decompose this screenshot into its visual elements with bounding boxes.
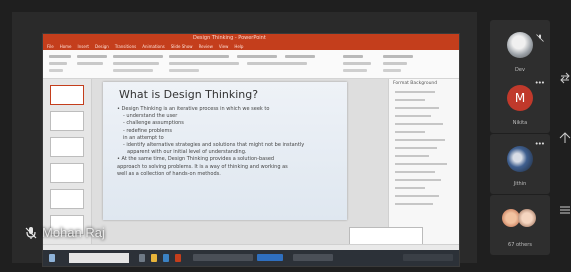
- slide-body-text: • Design Thinking is an iterative proces…: [117, 106, 339, 178]
- slide-text-line: - challenge assumptions: [123, 120, 184, 127]
- ppt-window-title: Design Thinking - PowerPoint: [193, 35, 266, 41]
- ribbon-tab[interactable]: Animations: [142, 43, 164, 50]
- participant-name: Jithin: [513, 181, 527, 187]
- format-pane-title: Format Background: [393, 81, 438, 86]
- ribbon-tab[interactable]: Help: [234, 43, 243, 50]
- ppt-workspace: What is Design Thinking? • Design Thinki…: [43, 79, 459, 255]
- ppt-ribbon: [43, 50, 459, 79]
- more-options-icon[interactable]: •••: [535, 140, 545, 148]
- browser-icon[interactable]: [163, 254, 169, 262]
- microphone-muted-icon: [536, 34, 544, 42]
- slide-text-line: • Design Thinking is an iterative proces…: [117, 106, 270, 112]
- ribbon-tab[interactable]: Slide Show: [171, 43, 193, 50]
- avatar: M: [507, 85, 533, 111]
- ribbon-tab[interactable]: Insert: [78, 43, 89, 50]
- windows-taskbar: [43, 250, 459, 266]
- avatar: [518, 209, 536, 227]
- powerpoint-icon[interactable]: [175, 254, 181, 262]
- slide-text-line: well as a collection of hands-on methods…: [117, 170, 221, 177]
- menu-icon[interactable]: [559, 204, 571, 216]
- participant-tile-dev[interactable]: Dev: [490, 20, 550, 80]
- start-icon[interactable]: [49, 254, 55, 262]
- slide-thumbnail[interactable]: [50, 189, 84, 209]
- avatar: [507, 146, 533, 172]
- participant-tile-others[interactable]: 67 others: [490, 195, 550, 255]
- speaker-name: Mohan Raj: [42, 225, 105, 240]
- slide-text-line: in an attempt to: [123, 134, 164, 141]
- participant-name: 67 others: [508, 242, 532, 248]
- participant-name: Nikita: [512, 120, 528, 126]
- participant-tile-jithin[interactable]: ••• Jithin: [490, 134, 550, 194]
- ribbon-tab[interactable]: Home: [60, 43, 72, 50]
- slide-text-line: - understand the user: [123, 113, 178, 120]
- avatar-initial: M: [514, 91, 526, 105]
- ppt-ribbon-tabs: File Home Insert Design Transitions Animation…: [43, 43, 459, 50]
- more-options-icon[interactable]: •••: [535, 79, 545, 87]
- taskbar-window[interactable]: [293, 254, 333, 261]
- taskbar-search-box[interactable]: [69, 253, 129, 263]
- slide-thumbnail[interactable]: [50, 111, 84, 131]
- slide-text-line: - identify alternative strategies and so…: [123, 142, 305, 149]
- avatar: [507, 32, 533, 58]
- slide-canvas[interactable]: What is Design Thinking? • Design Thinki…: [103, 82, 347, 220]
- taskbar-window[interactable]: [193, 254, 253, 261]
- slide-thumbnail[interactable]: [50, 137, 84, 157]
- format-background-pane[interactable]: Format Background: [388, 79, 459, 251]
- taskbar-window-active[interactable]: [257, 254, 283, 261]
- slide-text-line: approach to solving problems. It is a wa…: [117, 163, 288, 170]
- ribbon-tab[interactable]: Transitions: [115, 43, 136, 50]
- system-tray[interactable]: [403, 254, 453, 261]
- swap-icon[interactable]: [559, 72, 571, 84]
- ppt-titlebar: Design Thinking - PowerPoint: [43, 34, 459, 43]
- slide-text-line: apparent with our initial level of under…: [127, 149, 247, 156]
- slide-text-line: - redefine problems: [123, 127, 172, 134]
- task-view-icon[interactable]: [139, 254, 145, 262]
- slide-text-line: • At the same time, Design Thinking prov…: [117, 156, 275, 163]
- slide-thumbnail[interactable]: [50, 85, 84, 105]
- slide-title: What is Design Thinking?: [119, 88, 259, 101]
- file-explorer-icon[interactable]: [151, 254, 157, 262]
- slide-thumbnail[interactable]: [50, 163, 84, 183]
- participant-tile-nikita[interactable]: ••• M Nikita: [490, 73, 550, 133]
- microphone-muted-icon: [25, 227, 37, 239]
- ribbon-tab[interactable]: File: [47, 43, 54, 50]
- ribbon-tab[interactable]: Review: [199, 43, 213, 50]
- ribbon-tab[interactable]: View: [219, 43, 229, 50]
- ribbon-tab[interactable]: Design: [95, 43, 109, 50]
- share-icon[interactable]: [559, 132, 571, 144]
